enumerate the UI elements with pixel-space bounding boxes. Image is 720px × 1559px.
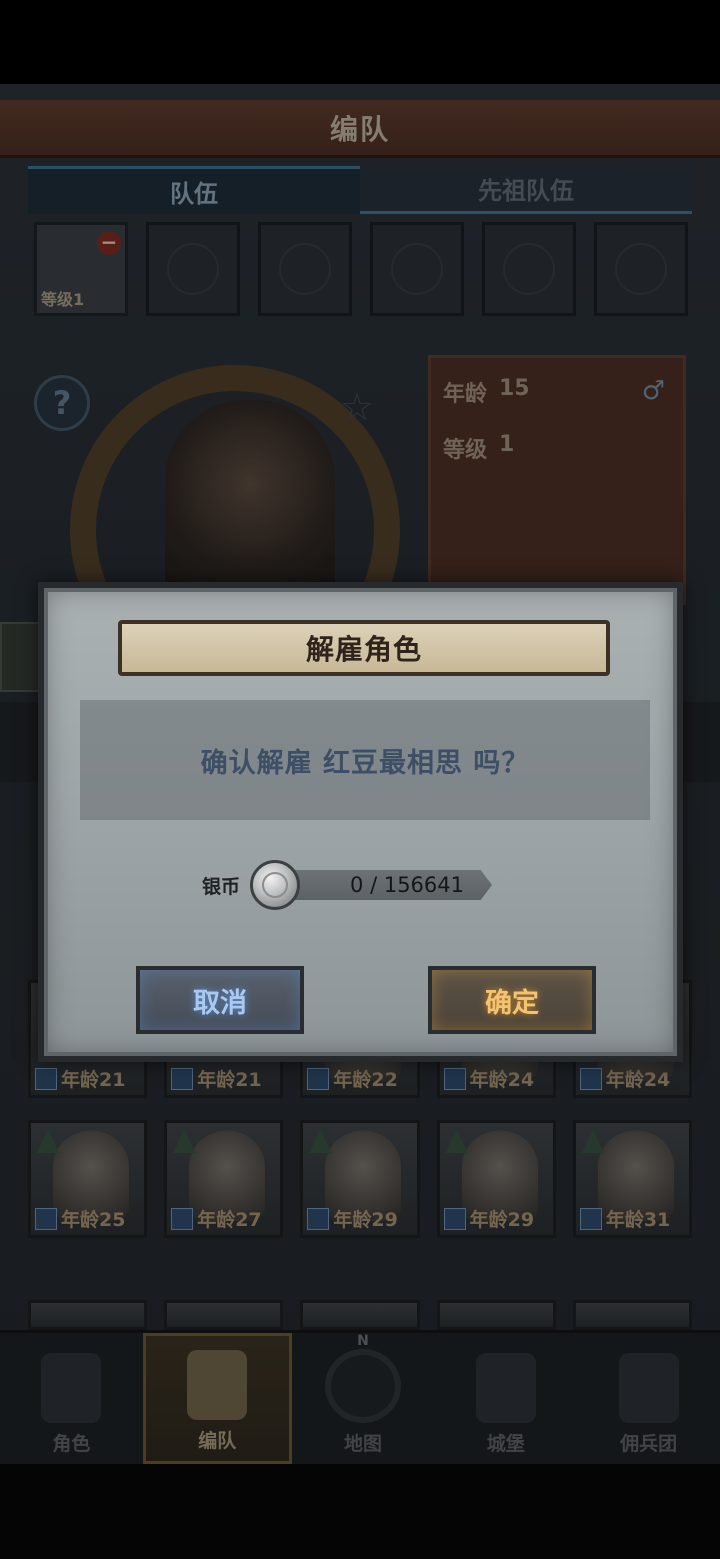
- dialog-title: 解雇角色: [305, 633, 422, 666]
- cost-row: 银币 0 / 156641: [202, 856, 502, 912]
- dialog-title-plate: 解雇角色: [118, 620, 610, 676]
- status-bar: [0, 0, 720, 84]
- confirm-message: 确认解雇 红豆最相思 吗？: [200, 747, 530, 779]
- cost-label: 银币: [202, 876, 241, 898]
- cancel-button[interactable]: 取消: [136, 966, 304, 1034]
- silver-coin-icon: [250, 860, 300, 910]
- cost-value: 0 / 156641: [350, 873, 464, 897]
- system-nav-bar: [0, 1464, 720, 1559]
- message-box: 确认解雇 红豆最相思 吗？: [80, 700, 650, 820]
- dismiss-dialog: 解雇角色 确认解雇 红豆最相思 吗？ 银币 0 / 156641 取消 确定: [38, 582, 683, 1062]
- confirm-button[interactable]: 确定: [428, 966, 596, 1034]
